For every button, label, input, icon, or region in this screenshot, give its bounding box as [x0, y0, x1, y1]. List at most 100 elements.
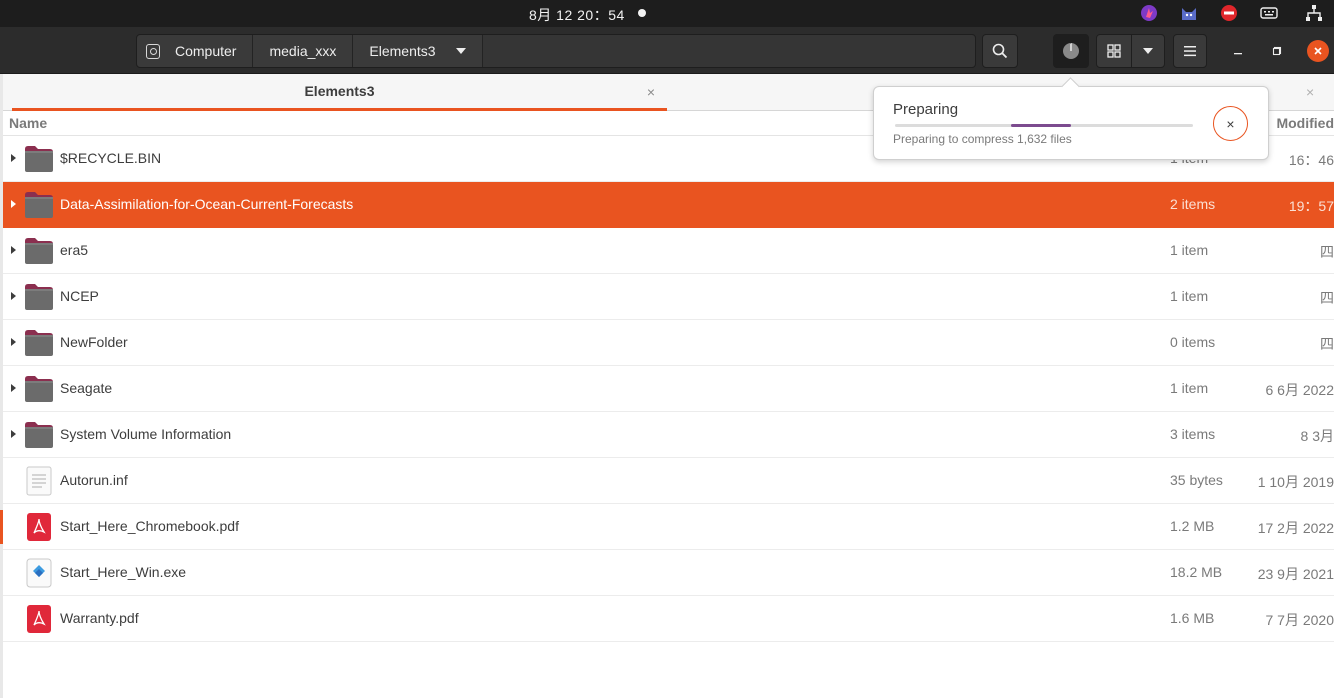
- folder-icon: [23, 236, 55, 266]
- file-size: 1 item: [1170, 288, 1209, 304]
- file-size: 1.6 MB: [1170, 610, 1215, 626]
- file-row[interactable]: NCEP 1 item 四: [3, 274, 1334, 320]
- file-modified: 四: [1320, 244, 1334, 260]
- operation-progress-bar: [895, 124, 1193, 127]
- column-name-header[interactable]: Name: [9, 115, 47, 131]
- file-size: 3 items: [1170, 426, 1216, 442]
- drive-icon: [146, 43, 160, 59]
- file-name: era5: [60, 242, 89, 258]
- folder-icon: [23, 374, 55, 404]
- tab-elements3[interactable]: Elements3 ×: [12, 74, 667, 111]
- file-modified: 四: [1320, 336, 1334, 352]
- executable-file-icon: [23, 558, 55, 588]
- file-modified: 19：57: [1288, 198, 1334, 214]
- expand-arrow-icon[interactable]: [11, 338, 16, 346]
- file-row[interactable]: System Volume Information 3 items 8 3月: [3, 412, 1334, 458]
- path-bar: Computer media_xxx Elements3: [136, 34, 976, 68]
- file-name: $RECYCLE.BIN: [60, 150, 162, 166]
- file-modified: 6 6月 2022: [1265, 382, 1334, 398]
- breadcrumb-label: Elements3: [369, 43, 436, 59]
- breadcrumb-elements3[interactable]: Elements3: [353, 35, 483, 67]
- minimize-icon: [1234, 53, 1242, 55]
- operation-detail: Preparing to compress 1,632 files: [893, 132, 1072, 146]
- system-top-bar: 8月 12 20：54: [0, 0, 1334, 27]
- restore-icon: [1272, 46, 1282, 56]
- text-file-icon: [23, 466, 55, 496]
- file-row[interactable]: Seagate 1 item 6 6月 2022: [3, 366, 1334, 412]
- file-size: 1 item: [1170, 380, 1209, 396]
- expand-arrow-icon[interactable]: [11, 292, 16, 300]
- breadcrumb-media[interactable]: media_xxx: [253, 35, 354, 67]
- hamburger-menu-icon: [1184, 46, 1196, 57]
- file-modified: 7 7月 2020: [1265, 612, 1334, 628]
- file-modified: 8 3月: [1300, 428, 1334, 444]
- chevron-down-icon: [455, 48, 466, 54]
- file-list: $RECYCLE.BIN 1 item 16：46 Data-Assimilation…: [0, 136, 1334, 642]
- minimize-button[interactable]: [1227, 40, 1249, 62]
- close-window-button[interactable]: [1307, 40, 1329, 62]
- file-size: 18.2 MB: [1170, 564, 1223, 580]
- maximize-button[interactable]: [1266, 40, 1288, 62]
- file-size: 1 item: [1170, 242, 1209, 258]
- cancel-operation-button[interactable]: ×: [1213, 106, 1248, 141]
- close-tab-icon[interactable]: ×: [647, 84, 655, 100]
- file-name: Warranty.pdf: [60, 610, 139, 626]
- file-modified: 16：46: [1288, 152, 1334, 168]
- folder-icon: [23, 144, 55, 174]
- network-icon[interactable]: [1305, 4, 1323, 22]
- grid-icon: [1107, 44, 1121, 58]
- pdf-file-icon: [23, 512, 55, 542]
- file-row[interactable]: Warranty.pdf 1.6 MB 7 7月 2020: [3, 596, 1334, 642]
- file-size: 1.2 MB: [1170, 518, 1215, 534]
- view-options-button[interactable]: [1131, 34, 1165, 68]
- search-icon: [992, 43, 1008, 59]
- do-not-disturb-icon[interactable]: [1220, 4, 1238, 22]
- operations-progress-button[interactable]: [1053, 34, 1089, 68]
- file-row[interactable]: Autorun.inf 35 bytes 1 10月 2019: [3, 458, 1334, 504]
- file-row[interactable]: era5 1 item 四: [3, 228, 1334, 274]
- row-marker: [0, 510, 3, 544]
- app-indicator-icon[interactable]: [1140, 4, 1158, 22]
- file-name: Autorun.inf: [60, 472, 128, 488]
- file-row[interactable]: NewFolder 0 items 四: [3, 320, 1334, 366]
- file-name: Start_Here_Chromebook.pdf: [60, 518, 239, 534]
- folder-icon: [23, 190, 55, 220]
- pdf-file-icon: [23, 604, 55, 634]
- file-row[interactable]: Start_Here_Win.exe 18.2 MB 23 9月 2021: [3, 550, 1334, 596]
- file-name: Data-Assimilation-for-Ocean-Current-Fore…: [60, 196, 354, 212]
- progress-pie-icon: [1063, 42, 1079, 59]
- file-size: 35 bytes: [1170, 472, 1223, 488]
- expand-arrow-icon[interactable]: [11, 200, 16, 208]
- folder-icon: [23, 282, 55, 312]
- column-modified-header[interactable]: Modified: [1276, 115, 1334, 131]
- file-modified: 23 9月 2021: [1257, 566, 1334, 582]
- breadcrumb-computer[interactable]: Computer: [137, 35, 254, 67]
- clock[interactable]: 8月 12 20：54: [529, 5, 625, 25]
- expand-arrow-icon[interactable]: [11, 430, 16, 438]
- notification-dot: [638, 9, 646, 17]
- file-name: Seagate: [60, 380, 113, 396]
- file-row[interactable]: Start_Here_Chromebook.pdf 1.2 MB 17 2月 202…: [0, 504, 1334, 550]
- close-icon: [1314, 47, 1322, 55]
- keyboard-icon[interactable]: [1260, 4, 1278, 22]
- expand-arrow-icon[interactable]: [11, 384, 16, 392]
- operation-progress-fill: [1011, 124, 1071, 127]
- operation-title: Preparing: [893, 101, 959, 118]
- search-button[interactable]: [982, 34, 1018, 68]
- file-name: Start_Here_Win.exe: [60, 564, 187, 580]
- header-bar: Computer media_xxx Elements3: [0, 27, 1334, 74]
- main-menu-button[interactable]: [1173, 34, 1207, 68]
- tab-label: Elements3: [304, 83, 375, 99]
- file-size: 2 items: [1170, 196, 1216, 212]
- file-name: System Volume Information: [60, 426, 232, 442]
- close-tab-icon[interactable]: ×: [1306, 84, 1314, 100]
- expand-arrow-icon[interactable]: [11, 246, 16, 254]
- breadcrumb-label: Computer: [175, 43, 237, 59]
- file-row[interactable]: Data-Assimilation-for-Ocean-Current-Fore…: [3, 182, 1334, 228]
- file-modified: 1 10月 2019: [1257, 474, 1334, 490]
- folder-icon: [23, 420, 55, 450]
- file-operations-popover: Preparing Preparing to compress 1,632 fi…: [873, 86, 1269, 160]
- grid-view-button[interactable]: [1096, 34, 1132, 68]
- cat-indicator-icon[interactable]: [1180, 4, 1198, 22]
- expand-arrow-icon[interactable]: [11, 154, 16, 162]
